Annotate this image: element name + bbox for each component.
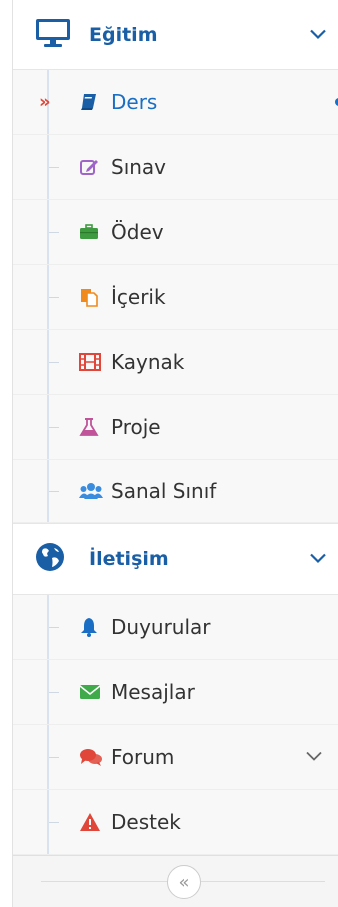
menu-item-odev[interactable]: Ödev <box>13 200 338 265</box>
files-icon <box>79 287 99 307</box>
globe-icon <box>35 542 65 576</box>
menu-group-egitim[interactable]: Eğitim <box>13 0 338 70</box>
flask-icon <box>79 417 99 437</box>
menu-item-sanal-sinif[interactable]: Sanal Sınıf <box>13 460 338 523</box>
menu-item-label: Sınav <box>111 155 167 179</box>
menu-item-ders[interactable]: » Ders <box>13 70 338 135</box>
sidebar-footer: « <box>13 855 338 907</box>
chevron-down-icon[interactable] <box>309 25 327 44</box>
chevron-down-icon[interactable] <box>305 748 323 767</box>
menu-item-label: Ders <box>111 90 158 114</box>
users-icon <box>79 481 103 501</box>
sidebar: Eğitim » Ders Sınav Ödev İçerik Kaynak P… <box>12 0 338 907</box>
film-icon <box>79 352 101 372</box>
menu-group-iletisim[interactable]: İletişim <box>13 523 338 595</box>
menu-item-icerik[interactable]: İçerik <box>13 265 338 330</box>
envelope-icon <box>79 682 101 702</box>
menu-item-destek[interactable]: Destek <box>13 790 338 855</box>
menu-item-label: Proje <box>111 415 161 439</box>
menu-item-label: Mesajlar <box>111 680 195 704</box>
menu-group-label: İletişim <box>89 548 169 570</box>
menu-item-label: Forum <box>111 745 175 769</box>
monitor-icon <box>35 18 71 52</box>
menu-item-mesajlar[interactable]: Mesajlar <box>13 660 338 725</box>
menu-item-label: Sanal Sınıf <box>111 479 217 503</box>
menu-item-kaynak[interactable]: Kaynak <box>13 330 338 395</box>
bell-icon <box>79 617 99 637</box>
chevron-down-icon[interactable] <box>309 550 327 569</box>
menu-item-forum[interactable]: Forum <box>13 725 338 790</box>
menu-item-label: İçerik <box>111 285 166 309</box>
menu-item-duyurular[interactable]: Duyurular <box>13 595 338 660</box>
briefcase-icon <box>79 222 99 242</box>
comments-icon <box>79 747 102 767</box>
menu-item-label: Kaynak <box>111 350 185 374</box>
menu-item-sinav[interactable]: Sınav <box>13 135 338 200</box>
book-icon <box>79 92 99 112</box>
menu-item-label: Destek <box>111 810 181 834</box>
menu-group-label: Eğitim <box>89 23 158 46</box>
edit-icon <box>79 157 99 177</box>
warning-icon <box>79 812 100 832</box>
active-arrow-icon: » <box>39 91 51 113</box>
collapse-sidebar-button[interactable]: « <box>167 865 201 899</box>
menu-item-label: Ödev <box>111 220 164 244</box>
menu-item-label: Duyurular <box>111 615 211 639</box>
menu-item-proje[interactable]: Proje <box>13 395 338 460</box>
